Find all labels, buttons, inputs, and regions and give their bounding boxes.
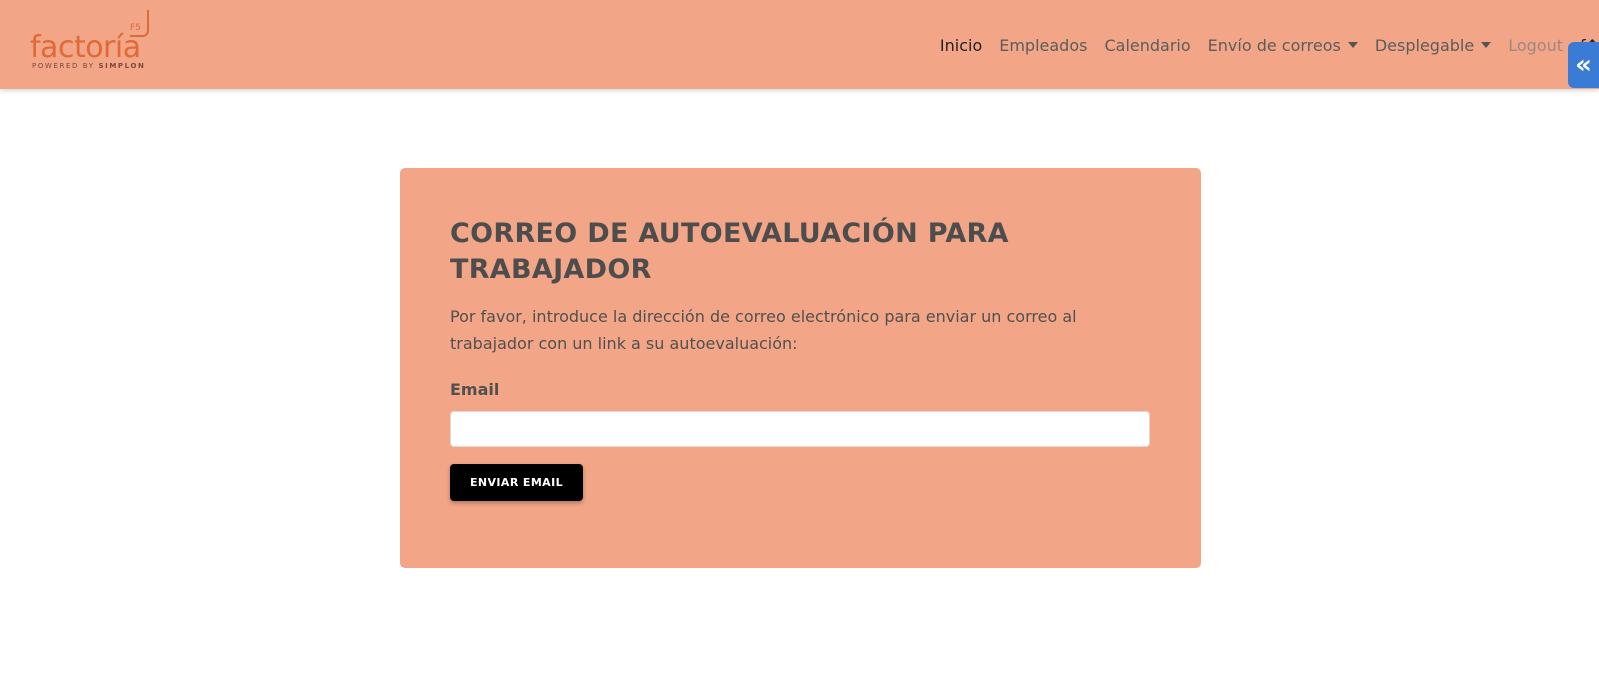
email-form-card: CORREO DE AUTOEVALUACIÓN PARA TRABAJADOR… xyxy=(400,168,1201,568)
page-title: CORREO DE AUTOEVALUACIÓN PARA TRABAJADOR xyxy=(450,218,1009,285)
brand-logo[interactable]: F5 factoría POWERED BY SIMPLON xyxy=(30,8,160,72)
caret-down-icon xyxy=(1481,42,1492,48)
email-field[interactable] xyxy=(450,411,1150,447)
email-label: Email xyxy=(450,380,500,399)
top-navbar: F5 factoría POWERED BY SIMPLON Inicio Em… xyxy=(0,0,1599,89)
main-nav: Inicio Empleados Calendario Envío de cor… xyxy=(940,34,1563,58)
nav-item-inicio[interactable]: Inicio xyxy=(940,34,982,58)
brand-subtitle: POWERED BY SIMPLON xyxy=(32,62,146,70)
nav-item-logout[interactable]: Logout xyxy=(1508,34,1563,58)
nav-dropdown-desplegable[interactable]: Desplegable xyxy=(1375,34,1492,58)
caret-down-icon xyxy=(1347,42,1358,48)
send-email-button[interactable]: ENVIAR EMAIL xyxy=(450,464,583,501)
nav-dropdown-envio-correos[interactable]: Envío de correos xyxy=(1208,34,1358,58)
sidebar-toggle-button[interactable]: « xyxy=(1568,42,1599,88)
double-chevron-left-icon: « xyxy=(1575,50,1592,80)
form-description: Por favor, introduce la dirección de cor… xyxy=(450,307,1077,353)
brand-name: factoría xyxy=(30,30,141,65)
nav-item-empleados[interactable]: Empleados xyxy=(999,34,1087,58)
nav-item-calendario[interactable]: Calendario xyxy=(1104,34,1190,58)
